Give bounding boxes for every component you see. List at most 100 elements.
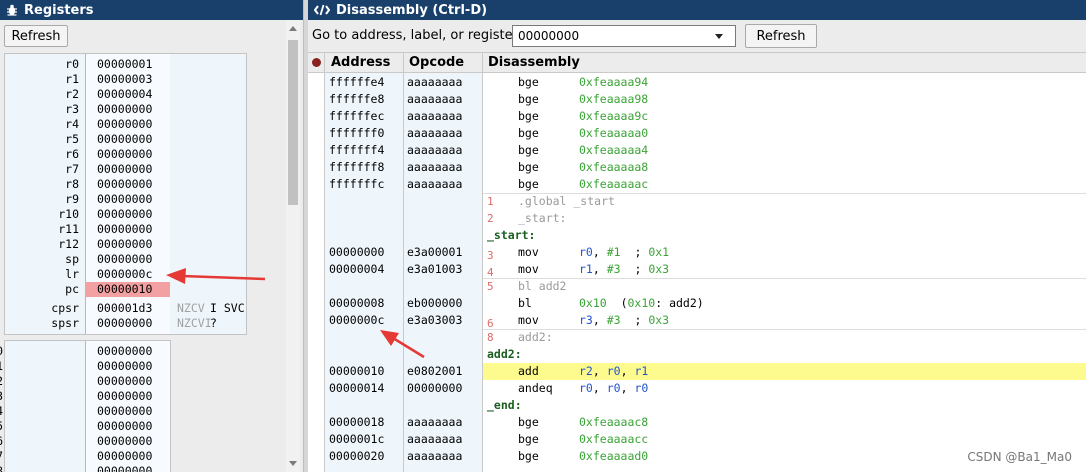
register-value[interactable]: 000001d3 bbox=[86, 301, 170, 316]
address-cell[interactable]: fffffff0 bbox=[329, 125, 384, 142]
register-value[interactable]: 00000000 bbox=[86, 177, 170, 192]
register-value[interactable]: 00000000 bbox=[86, 316, 170, 331]
register-value[interactable]: 00000000 bbox=[86, 252, 170, 267]
register-row-r4: r4 00000000 bbox=[5, 117, 246, 132]
column-address[interactable]: Address bbox=[331, 55, 390, 70]
line-number: 8 bbox=[487, 331, 494, 344]
instruction-row[interactable]: 00000008 eb000000 bl 0x10 (0x10: add2) bbox=[308, 295, 1086, 312]
register-value[interactable]: 00000000 bbox=[86, 237, 170, 252]
register-value[interactable]: 00000000 bbox=[86, 102, 170, 117]
register-value[interactable]: 00000000 bbox=[86, 192, 170, 207]
register-row-r9: r9 00000000 bbox=[5, 192, 246, 207]
register-row-s7: s7 00000000 bbox=[0, 449, 170, 464]
operands: 0xfeaaaacc bbox=[579, 432, 649, 446]
instruction-row[interactable]: fffffffc aaaaaaaa bge 0xfeaaaaac bbox=[308, 176, 1086, 193]
disassembly-cell: _start: bbox=[483, 227, 1086, 244]
instruction-row[interactable]: fffffff8 aaaaaaaa bge 0xfeaaaaa8 bbox=[308, 159, 1086, 176]
register-value[interactable]: 00000000 bbox=[86, 132, 170, 147]
register-row-r12: r12 00000000 bbox=[5, 237, 246, 252]
instruction-row[interactable]: 0000000c e3a03003 6 mov r3, #3 ; 0x3 bbox=[308, 312, 1086, 330]
scroll-up-icon[interactable] bbox=[289, 26, 297, 31]
scroll-thumb[interactable] bbox=[288, 40, 298, 205]
label-row: _end: bbox=[308, 397, 1086, 414]
instruction-row[interactable]: 00000010 e0802001 add r2, r0, r1 bbox=[308, 363, 1086, 380]
register-value[interactable]: 00000001 bbox=[86, 57, 170, 72]
registers-panel: Registers Refresh r0 00000001 r1 00000003 r2… bbox=[0, 0, 303, 472]
register-value[interactable]: 00000000 bbox=[86, 464, 170, 472]
address-cell[interactable]: 0000000c bbox=[329, 312, 384, 329]
column-opcode[interactable]: Opcode bbox=[409, 55, 464, 70]
instruction-row[interactable]: 0000001c aaaaaaaa bge 0xfeaaaacc bbox=[308, 431, 1086, 448]
register-value[interactable]: 00000000 bbox=[86, 162, 170, 177]
disassembly-cell: bge 0xfeaaaac8 bbox=[483, 414, 1086, 431]
register-name: s8 bbox=[0, 464, 3, 472]
address-cell[interactable]: ffffffe4 bbox=[329, 74, 384, 91]
address-cell[interactable]: 00000000 bbox=[329, 244, 384, 261]
instruction-row[interactable]: 00000014 00000000 andeq r0, r0, r0 bbox=[308, 380, 1086, 397]
column-disassembly[interactable]: Disassembly bbox=[488, 55, 580, 70]
register-value[interactable]: 00000000 bbox=[86, 389, 170, 404]
register-value[interactable]: 00000000 bbox=[86, 449, 170, 464]
register-value[interactable]: 00000010 bbox=[86, 282, 170, 297]
registers-title: Registers bbox=[24, 2, 94, 18]
instruction-row[interactable]: ffffffe8 aaaaaaaa bge 0xfeaaaa98 bbox=[308, 91, 1086, 108]
register-value[interactable]: 00000000 bbox=[86, 419, 170, 434]
vfp-registers-table: s0 00000000 s1 00000000 s2 00000000 s3 00000000… bbox=[0, 340, 171, 472]
address-cell[interactable]: fffffff8 bbox=[329, 159, 384, 176]
register-name: r5 bbox=[65, 132, 79, 146]
register-value[interactable]: 00000000 bbox=[86, 404, 170, 419]
disassembly-cell: bge 0xfeaaaaac bbox=[483, 176, 1086, 193]
address-cell[interactable]: fffffffc bbox=[329, 176, 384, 193]
address-cell[interactable]: 0000001c bbox=[329, 431, 384, 448]
scroll-down-icon[interactable] bbox=[289, 461, 297, 466]
label-row: add2: bbox=[308, 346, 1086, 363]
register-value[interactable]: 00000000 bbox=[86, 117, 170, 132]
register-value[interactable]: 0000000c bbox=[86, 267, 170, 282]
address-cell[interactable]: ffffffec bbox=[329, 108, 384, 125]
register-row-sp: sp 00000000 bbox=[5, 252, 246, 267]
address-cell[interactable]: ffffffe8 bbox=[329, 91, 384, 108]
instruction-row[interactable]: ffffffec aaaaaaaa bge 0xfeaaaa9c bbox=[308, 108, 1086, 125]
instruction-row[interactable]: fffffff0 aaaaaaaa bge 0xfeaaaaa0 bbox=[308, 125, 1086, 142]
address-cell[interactable]: 00000004 bbox=[329, 261, 384, 278]
register-row-r1: r1 00000003 bbox=[5, 72, 246, 87]
goto-address-input[interactable]: 00000000 bbox=[512, 25, 736, 47]
mnemonic: bge bbox=[518, 177, 539, 191]
register-value[interactable]: 00000000 bbox=[86, 207, 170, 222]
register-value[interactable]: 00000000 bbox=[86, 434, 170, 449]
instruction-row[interactable]: 00000004 e3a01003 4 mov r1, #3 ; 0x3 bbox=[308, 261, 1086, 279]
register-name: r4 bbox=[65, 117, 79, 131]
mnemonic: andeq bbox=[518, 381, 553, 395]
registers-refresh-button[interactable]: Refresh bbox=[4, 25, 68, 47]
source-text: add2: bbox=[518, 330, 553, 344]
register-value[interactable]: 00000000 bbox=[86, 344, 170, 359]
register-value[interactable]: 00000000 bbox=[86, 222, 170, 237]
address-cell[interactable]: 00000020 bbox=[329, 448, 384, 465]
address-cell[interactable]: fffffff4 bbox=[329, 142, 384, 159]
source-line-row: 5 bl add2 bbox=[308, 278, 1086, 295]
registers-scrollbar[interactable] bbox=[286, 20, 300, 472]
breakpoint-icon[interactable] bbox=[312, 58, 321, 67]
address-cell[interactable]: 00000008 bbox=[329, 295, 384, 312]
disassembly-refresh-button[interactable]: Refresh bbox=[745, 24, 817, 48]
instruction-row[interactable]: 00000000 e3a00001 3 mov r0, #1 ; 0x1 bbox=[308, 244, 1086, 262]
instruction-row[interactable]: fffffff4 aaaaaaaa bge 0xfeaaaaa4 bbox=[308, 142, 1086, 159]
register-value[interactable]: 00000000 bbox=[86, 359, 170, 374]
mnemonic: mov bbox=[518, 262, 539, 276]
register-value[interactable]: 00000000 bbox=[86, 374, 170, 389]
instruction-row[interactable]: 00000018 aaaaaaaa bge 0xfeaaaac8 bbox=[308, 414, 1086, 431]
address-cell[interactable]: 00000018 bbox=[329, 414, 384, 431]
register-value[interactable]: 00000003 bbox=[86, 72, 170, 87]
instruction-row[interactable]: ffffffe4 aaaaaaaa bge 0xfeaaaa94 bbox=[308, 74, 1086, 91]
mnemonic: mov bbox=[518, 313, 539, 327]
register-name: r8 bbox=[65, 177, 79, 191]
address-cell[interactable]: 00000010 bbox=[329, 363, 384, 380]
register-value[interactable]: 00000004 bbox=[86, 87, 170, 102]
mnemonic: bge bbox=[518, 160, 539, 174]
operands: r3, #3 ; 0x3 bbox=[579, 313, 670, 327]
register-row-s1: s1 00000000 bbox=[0, 359, 170, 374]
address-cell[interactable]: 00000014 bbox=[329, 380, 384, 397]
register-value[interactable]: 00000000 bbox=[86, 147, 170, 162]
chevron-down-icon[interactable] bbox=[715, 34, 723, 39]
register-row-s2: s2 00000000 bbox=[0, 374, 170, 389]
